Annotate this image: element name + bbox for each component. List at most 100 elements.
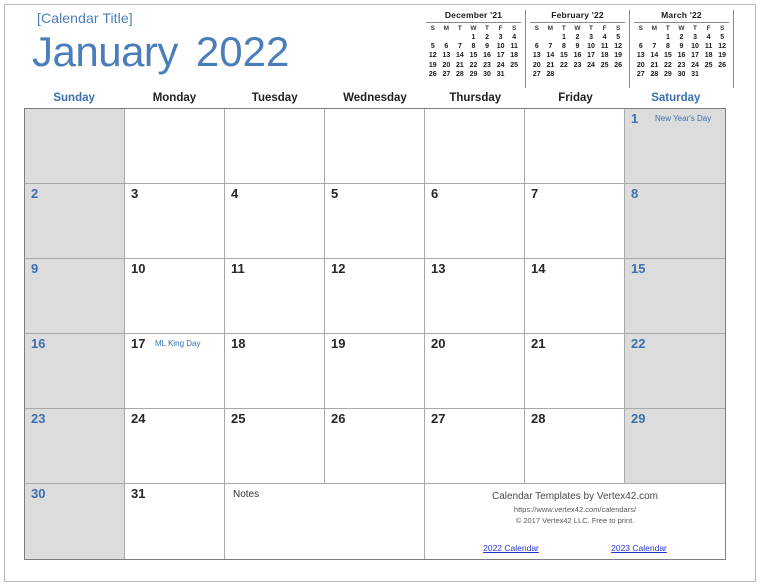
mini-day-cell: 11 — [600, 43, 609, 51]
mini-day-cell: 31 — [691, 70, 699, 78]
day-cell[interactable]: 27 — [425, 409, 525, 484]
mini-week-row: 20 21 22 23 24 25 26 — [634, 61, 729, 70]
mini-dow-cell: M — [443, 25, 450, 32]
mini-day-cell: 8 — [665, 43, 670, 51]
mini-day-cell — [648, 33, 662, 42]
day-cell[interactable] — [25, 109, 125, 184]
link-2022-calendar[interactable]: 2022 Calendar — [483, 543, 539, 554]
day-cell[interactable]: 26 — [325, 409, 425, 484]
mini-day-cell: 2 — [485, 34, 489, 41]
footer-credits: Calendar Templates by Vertex42.com https:… — [425, 490, 725, 526]
mini-day-cell: 6 — [638, 43, 643, 51]
day-cell[interactable]: 24 — [125, 409, 225, 484]
day-cell[interactable]: 29 — [625, 409, 725, 484]
day-cell[interactable] — [525, 109, 625, 184]
mini-day-cell: 9 — [575, 43, 580, 51]
calendar-title-field[interactable]: [Calendar Title] — [24, 10, 414, 26]
mini-week-row: 27 28 — [530, 70, 625, 79]
day-cell[interactable]: 20 — [425, 334, 525, 409]
day-cell[interactable]: 2 — [25, 184, 125, 259]
notes-cell[interactable]: Notes — [225, 484, 425, 559]
mini-dow-cell: S — [638, 25, 643, 32]
day-cell[interactable]: 16 — [25, 334, 125, 409]
mini-calendar-grid: S M T W T F S 1 2 3 4 5 6 7 8 9 10 11 12 13 14 15 16 17 18 19 20 21… — [634, 24, 729, 79]
mini-day-cell: 30 — [677, 70, 686, 78]
page-title: January 2022 — [24, 28, 414, 76]
day-number: 12 — [331, 261, 346, 276]
mini-day-cell: 22 — [560, 61, 568, 69]
year-label: 2022 — [195, 28, 290, 75]
day-number: 27 — [431, 411, 446, 426]
day-cell[interactable]: 31 — [125, 484, 225, 559]
day-cell[interactable]: 18 — [225, 334, 325, 409]
mini-week-row: 5 6 7 8 9 10 11 — [426, 42, 521, 51]
day-cell[interactable]: 4 — [225, 184, 325, 259]
day-cell[interactable]: 12 — [325, 259, 425, 334]
mini-day-cell: 15 — [664, 52, 672, 60]
mini-calendar: February '22 S M T W T F S 1 2 3 4 5 6 7 8 9 10 11 12 13 14 15… — [526, 10, 630, 88]
mini-dow-row: SMTWTFS — [634, 24, 729, 33]
day-number: 7 — [531, 186, 539, 201]
day-cell[interactable]: 30 — [25, 484, 125, 559]
mini-day-cell: 1 — [561, 34, 566, 41]
day-cell[interactable]: 9 — [25, 259, 125, 334]
mini-day-cell: 16 — [483, 52, 491, 60]
day-cell[interactable]: 23 — [25, 409, 125, 484]
day-cell[interactable]: 25 — [225, 409, 325, 484]
link-2023-calendar[interactable]: 2023 Calendar — [611, 543, 667, 554]
day-cell[interactable]: 3 — [125, 184, 225, 259]
day-cell[interactable]: 15 — [625, 259, 725, 334]
credit-line-primary: Calendar Templates by Vertex42.com — [491, 491, 658, 502]
day-cell[interactable] — [125, 109, 225, 184]
day-cell[interactable]: 17 ML King Day — [125, 334, 225, 409]
day-cell[interactable]: 21 — [525, 334, 625, 409]
mini-dow-cell: M — [547, 25, 554, 32]
day-cell[interactable]: 13 — [425, 259, 525, 334]
day-cell[interactable] — [325, 109, 425, 184]
mini-calendar-title: February '22 — [530, 10, 625, 23]
mini-day-cell — [544, 33, 558, 42]
day-cell[interactable]: 7 — [525, 184, 625, 259]
day-number: 15 — [631, 261, 646, 276]
day-cell[interactable]: 10 — [125, 259, 225, 334]
mini-day-cell: 24 — [587, 61, 595, 69]
mini-day-cell: 10 — [587, 43, 595, 51]
mini-day-cell: 7 — [652, 43, 657, 51]
day-cell[interactable]: 28 — [525, 409, 625, 484]
day-cell[interactable]: 22 — [625, 334, 725, 409]
mini-day-cell — [557, 70, 571, 79]
mini-day-cell: 3 — [589, 34, 593, 41]
mini-dow-cell: S — [512, 25, 517, 32]
mini-dow-cell: T — [457, 25, 462, 32]
weekday-header-monday: Monday — [152, 92, 197, 104]
day-number: 24 — [131, 411, 146, 426]
mini-day-cell: 14 — [546, 52, 555, 60]
mini-dow-cell: W — [678, 25, 685, 32]
day-cell[interactable] — [225, 109, 325, 184]
mini-week-row: 13 14 15 16 17 18 19 — [530, 51, 625, 60]
day-cell[interactable]: 11 — [225, 259, 325, 334]
day-cell[interactable]: 14 — [525, 259, 625, 334]
weekday-header-friday: Friday — [558, 92, 593, 104]
mini-day-cell: 20 — [636, 61, 645, 69]
mini-day-cell: 12 — [718, 43, 727, 51]
mini-day-cell: 3 — [693, 34, 697, 41]
day-cell[interactable]: 8 — [625, 184, 725, 259]
day-cell[interactable]: 1 New Year's Day — [625, 109, 725, 184]
day-cell[interactable]: 19 — [325, 334, 425, 409]
day-cell[interactable]: 5 — [325, 184, 425, 259]
mini-day-cell: 7 — [457, 43, 462, 51]
mini-day-cell: 15 — [560, 52, 568, 60]
day-number: 6 — [431, 186, 439, 201]
calendar-grid: 1 New Year's Day 2 3 4 5 6 7 8 9 10 11 12 13 14 15 16 17 M… — [24, 108, 726, 560]
mini-day-cell — [598, 70, 612, 79]
mini-week-row: 27 28 29 30 31 — [634, 70, 729, 79]
mini-day-cell: 21 — [546, 61, 555, 69]
day-number: 13 — [431, 261, 446, 276]
mini-dow-cell: W — [470, 25, 477, 32]
day-cell[interactable]: 6 — [425, 184, 525, 259]
day-number: 26 — [331, 411, 346, 426]
day-cell[interactable] — [425, 109, 525, 184]
mini-day-cell: 12 — [428, 52, 437, 60]
mini-week-row: 20 21 22 23 24 25 26 — [530, 61, 625, 70]
